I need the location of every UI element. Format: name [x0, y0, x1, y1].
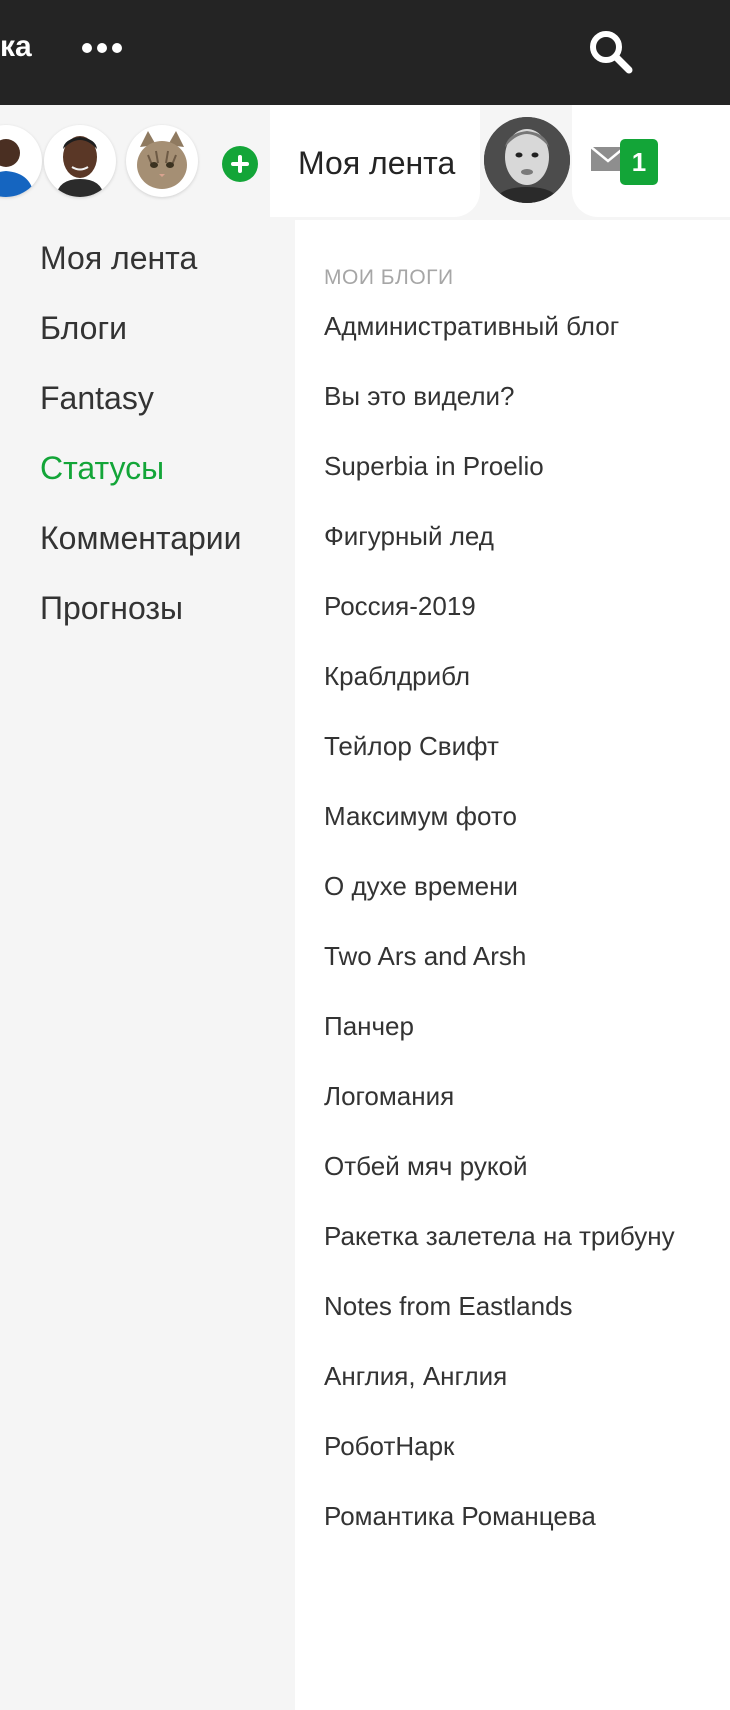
unread-messages-badge: 1 [620, 139, 658, 185]
tab-my-feed[interactable]: Моя лента [270, 105, 480, 217]
blog-link[interactable]: Тейлор Свифт [324, 731, 499, 762]
blog-link[interactable]: Вы это видели? [324, 381, 515, 412]
player-avatar[interactable] [44, 125, 116, 197]
sidebar-item-predictions[interactable]: Прогнозы [40, 590, 183, 627]
blue-shirt-avatar[interactable] [0, 125, 42, 197]
top-navigation-bar: ка [0, 0, 730, 105]
blog-link[interactable]: Фигурный лед [324, 521, 494, 552]
user-avatar[interactable] [484, 117, 570, 203]
nav-item-partial[interactable]: ка [0, 30, 32, 64]
sidebar-menu: Моя лента Блоги Fantasy Статусы Коммента… [0, 220, 295, 1710]
blog-link[interactable]: Панчер [324, 1011, 414, 1042]
sidebar-item-statuses[interactable]: Статусы [40, 450, 164, 487]
blog-link[interactable]: Notes from Eastlands [324, 1291, 573, 1322]
search-icon[interactable] [585, 26, 635, 76]
blog-link[interactable]: Логомания [324, 1081, 454, 1112]
blog-link[interactable]: Административный блог [324, 311, 619, 342]
subscriptions-strip: Моя лента 1 [0, 105, 730, 220]
more-dots-icon[interactable] [82, 34, 122, 62]
tab-my-feed-label: Моя лента [298, 145, 456, 181]
blog-link[interactable]: Ракетка залетела на трибуну [324, 1221, 675, 1252]
blog-link[interactable]: Россия-2019 [324, 591, 476, 622]
cat-avatar[interactable] [126, 125, 198, 197]
sidebar-item-my-feed[interactable]: Моя лента [40, 240, 197, 277]
sidebar-item-blogs[interactable]: Блоги [40, 310, 127, 347]
add-subscription-button[interactable] [222, 146, 258, 182]
blog-link[interactable]: О духе времени [324, 871, 518, 902]
blog-link[interactable]: Крабл­дрибл [324, 661, 470, 692]
blog-link[interactable]: Superbia in Proelio [324, 451, 544, 482]
blog-link[interactable]: Отбей мяч рукой [324, 1151, 527, 1182]
sidebar-item-comments[interactable]: Комментарии [40, 520, 242, 557]
my-blogs-heading: МОИ БЛОГИ [324, 266, 454, 289]
sidebar-item-fantasy[interactable]: Fantasy [40, 380, 154, 417]
messages-tab[interactable]: 1 [572, 105, 730, 217]
blog-link[interactable]: РоботНарк [324, 1431, 454, 1462]
blog-link[interactable]: Two Ars and Arsh [324, 941, 526, 972]
my-blogs-panel: МОИ БЛОГИ Административный блог Вы это в… [295, 220, 730, 1710]
blog-link[interactable]: Романтика Романцева [324, 1501, 596, 1532]
blog-link[interactable]: Англия, Англия [324, 1361, 507, 1392]
blog-link[interactable]: Максимум фото [324, 801, 517, 832]
